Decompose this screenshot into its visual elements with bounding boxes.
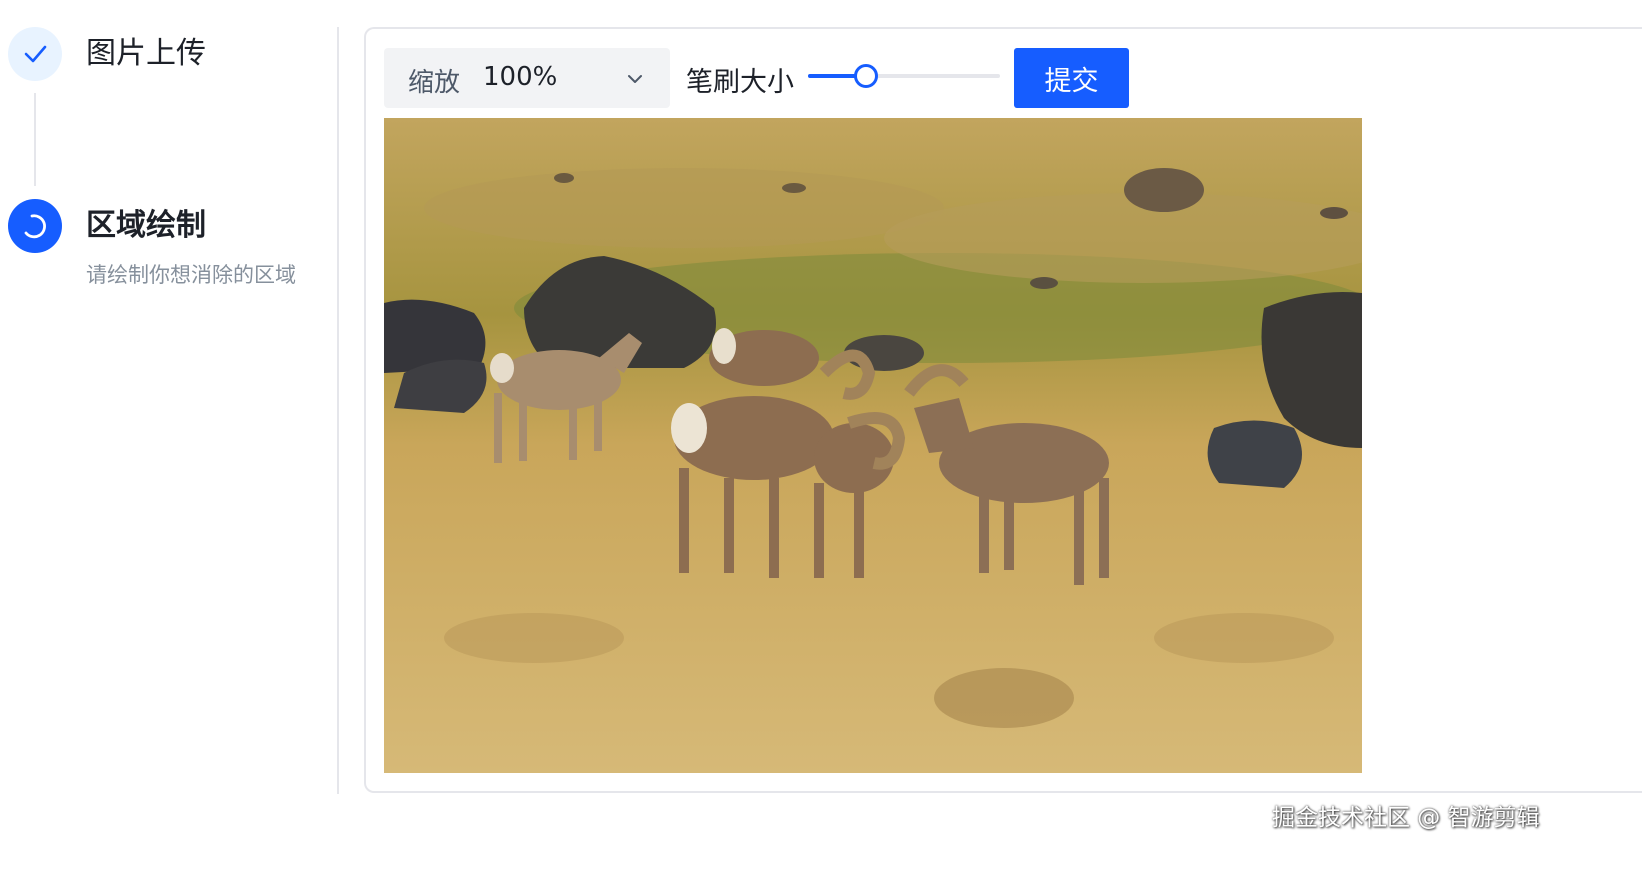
step-connector xyxy=(34,93,36,186)
step-upload-indicator xyxy=(8,27,62,81)
zoom-value: 100% xyxy=(483,62,558,92)
check-icon xyxy=(24,45,47,63)
slider-thumb[interactable] xyxy=(854,64,878,88)
canvas-photo xyxy=(384,118,1362,773)
brush-size-label: 笔刷大小 xyxy=(686,67,794,98)
image-canvas[interactable] xyxy=(384,118,1362,773)
sidebar-divider xyxy=(337,27,339,794)
step-upload-title[interactable]: 图片上传 xyxy=(86,34,206,74)
zoom-label: 缩放 xyxy=(408,68,461,98)
step-draw-description: 请绘制你想消除的区域 xyxy=(86,263,296,287)
steps-sidebar: 图片上传 区域绘制 请绘制你想消除的区域 xyxy=(0,0,340,830)
loading-icon xyxy=(24,214,46,239)
submit-button[interactable]: 提交 xyxy=(1014,48,1129,108)
zoom-select[interactable]: 缩放 100% xyxy=(384,48,670,108)
step-draw-title[interactable]: 区域绘制 xyxy=(86,206,206,246)
watermark: 掘金技术社区 @ 智游剪辑 xyxy=(1272,805,1540,831)
chevron-down-icon xyxy=(628,75,642,83)
step-draw-indicator xyxy=(8,199,62,253)
brush-size-slider[interactable] xyxy=(808,60,1000,92)
